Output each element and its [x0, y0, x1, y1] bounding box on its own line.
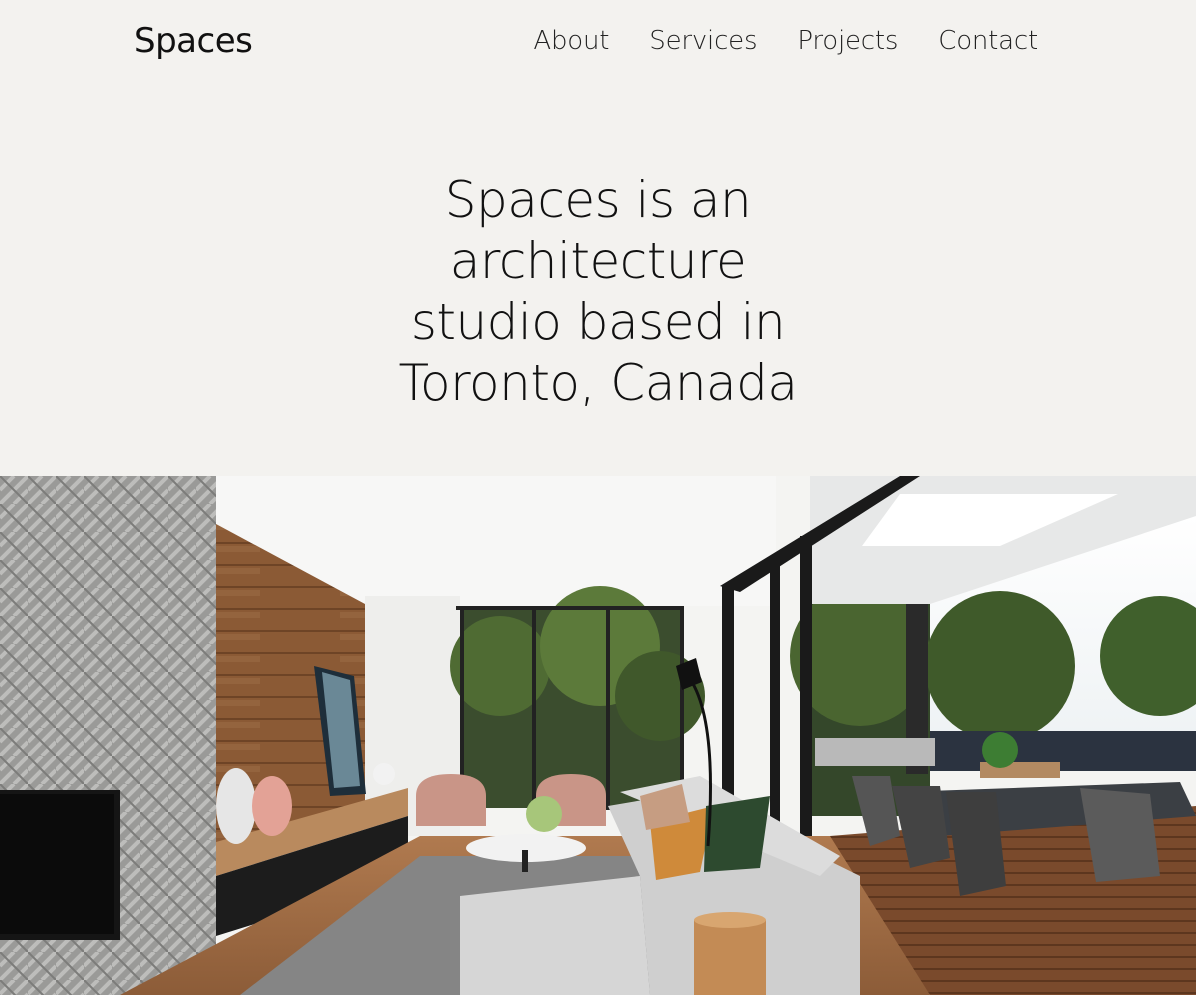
hero-line: Spaces is an	[444, 171, 752, 229]
hero-line: architecture	[449, 232, 747, 290]
brand-logo[interactable]: Spaces	[134, 18, 253, 64]
hero-line: Toronto, Canada	[398, 354, 798, 412]
living-room-photo	[0, 476, 1196, 995]
nav-link-contact[interactable]: Contact	[938, 23, 1038, 59]
hero-heading: Spaces is an architecture studio based i…	[383, 170, 813, 414]
nav-link-about[interactable]: About	[533, 23, 609, 59]
site-header: Spaces About Services Projects Contact	[0, 0, 1196, 84]
nav-link-services[interactable]: Services	[649, 23, 757, 59]
nav-link-projects[interactable]: Projects	[797, 23, 898, 59]
page: Spaces About Services Projects Contact S…	[0, 0, 1196, 995]
main-nav: About Services Projects Contact	[533, 23, 1038, 59]
hero-photo	[0, 476, 1196, 995]
hero-line: studio based in	[410, 293, 786, 351]
hero-section: Spaces is an architecture studio based i…	[0, 170, 1196, 414]
